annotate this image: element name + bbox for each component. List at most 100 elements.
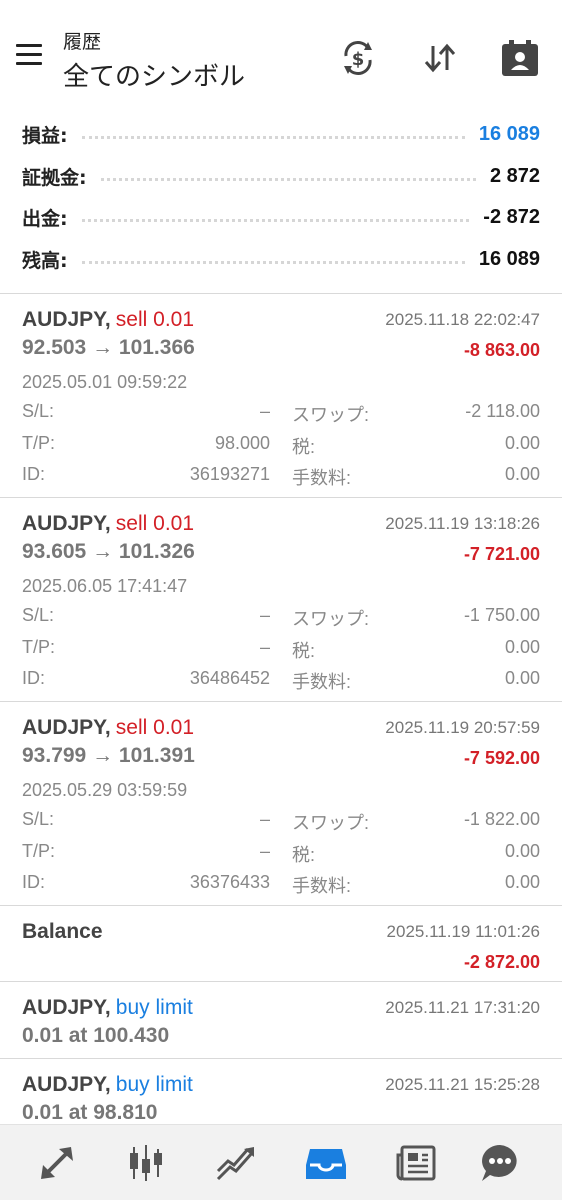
deal-item[interactable]: AUDJPY, sell 0.01 2025.11.19 13:18:26 93…: [0, 497, 562, 701]
tp-label: T/P:: [22, 432, 56, 453]
deal-prices-row: 93.799 → 101.391 -7 592.00: [22, 744, 540, 770]
tax-label: 税:: [292, 640, 316, 661]
summary-row-profit: 損益: 16 089: [0, 114, 562, 156]
summary-label: 損益:: [22, 125, 68, 148]
swap-value: -1 822.00: [463, 809, 540, 829]
tax-label: 税:: [292, 436, 316, 457]
chat-icon[interactable]: [478, 1141, 522, 1185]
summary-row-balance: 残高: 16 089: [0, 239, 562, 281]
deal-profit: -8 863.00: [463, 340, 540, 360]
detail-row: S/L: – スワップ: -1 822.00: [22, 809, 540, 841]
deal-profit: -7 592.00: [463, 748, 540, 768]
currency-exchange-icon[interactable]: $: [338, 38, 378, 78]
deal-details: S/L: – スワップ: -1 822.00 T/P: – 税: 0.00 ID…: [22, 809, 540, 904]
swap-label: スワップ:: [292, 405, 370, 425]
deal-open-time: 2025.05.01 09:59:22: [22, 372, 188, 392]
summary-row-margin: 証拠金: 2 872: [0, 156, 562, 198]
id-label: ID:: [22, 464, 46, 484]
detail-row: T/P: – 税: 0.00: [22, 637, 540, 669]
dotted-leader: [81, 219, 470, 223]
summary-label: 証拠金:: [22, 166, 87, 189]
summary-row-withdrawal: 出金: -2 872: [0, 197, 562, 239]
tp-label: T/P:: [22, 840, 56, 861]
history-list: AUDJPY, sell 0.01 2025.11.18 22:02:47 92…: [0, 293, 562, 1135]
order-header: AUDJPY, buy limit 2025.11.21 15:25:28: [22, 1073, 540, 1099]
tp-value: –: [259, 840, 270, 861]
news-icon[interactable]: [394, 1141, 438, 1185]
id-value: 36193271: [189, 464, 270, 484]
tax-value: 0.00: [504, 432, 540, 453]
order-symbol: AUDJPY,: [22, 996, 111, 1019]
deal-prices-row: 92.503 → 101.366 -8 863.00: [22, 336, 540, 362]
sort-icon[interactable]: [420, 38, 460, 78]
swap-label: スワップ:: [292, 609, 370, 629]
deal-symbol: AUDJPY,: [22, 512, 111, 535]
balance-amount-row: -2 872.00: [22, 948, 540, 974]
sl-label: S/L:: [22, 809, 55, 829]
history-icon[interactable]: [304, 1141, 348, 1185]
id-label: ID:: [22, 872, 46, 892]
deal-side: sell 0.01: [115, 512, 195, 535]
menu-icon[interactable]: [14, 38, 48, 72]
balance-time: 2025.11.19 11:01:26: [386, 922, 540, 941]
deal-symbol: AUDJPY,: [22, 716, 111, 739]
order-time: 2025.11.21 15:25:28: [385, 1075, 540, 1094]
swap-value: -2 118.00: [465, 401, 540, 421]
quotes-icon[interactable]: [35, 1141, 79, 1185]
tp-value: 98.000: [214, 432, 270, 453]
order-time: 2025.11.21 17:31:20: [385, 998, 540, 1017]
order-item[interactable]: AUDJPY, buy limit 2025.11.21 17:31:20 0.…: [0, 981, 562, 1058]
deal-header: AUDJPY, sell 0.01 2025.11.18 22:02:47: [22, 308, 540, 334]
fee-label: 手数料:: [292, 876, 352, 896]
deal-profit: -7 721.00: [463, 544, 540, 564]
deal-details: S/L: – スワップ: -1 750.00 T/P: – 税: 0.00 ID…: [22, 605, 540, 700]
deal-close-time: 2025.11.19 20:57:59: [385, 718, 540, 737]
fee-value: 0.00: [504, 668, 540, 688]
balance-label: Balance: [22, 920, 103, 943]
detail-row: ID: 36193271 手数料: 0.00: [22, 464, 540, 496]
deal-close-time: 2025.11.19 13:18:26: [385, 514, 540, 533]
top-app-bar: 履歴 全てのシンボル $: [0, 0, 562, 110]
detail-row: T/P: 98.000 税: 0.00: [22, 433, 540, 465]
sl-label: S/L:: [22, 605, 55, 625]
summary-value: 16 089: [478, 247, 540, 270]
dotted-leader: [81, 136, 465, 140]
balance-item[interactable]: Balance 2025.11.19 11:01:26 -2 872.00: [0, 905, 562, 981]
id-value: 36376433: [189, 872, 270, 892]
order-price: 0.01 at 98.810: [22, 1101, 158, 1124]
tax-value: 0.00: [504, 636, 540, 657]
page-title[interactable]: 全てのシンボル: [63, 56, 245, 93]
order-type: buy limit: [115, 1073, 193, 1096]
deal-open-time: 2025.05.29 03:59:59: [22, 780, 188, 800]
deal-item[interactable]: AUDJPY, sell 0.01 2025.11.18 22:02:47 92…: [0, 293, 562, 497]
detail-row: ID: 36486452 手数料: 0.00: [22, 668, 540, 700]
summary-value: 16 089: [478, 123, 540, 146]
balance-amount: -2 872.00: [463, 952, 540, 972]
tp-value: –: [259, 636, 270, 657]
detail-row: S/L: – スワップ: -1 750.00: [22, 605, 540, 637]
order-price: 0.01 at 100.430: [22, 1024, 170, 1047]
deal-open-time: 2025.06.05 17:41:47: [22, 576, 188, 596]
summary-label: 残高:: [22, 249, 68, 272]
fee-label: 手数料:: [292, 672, 352, 692]
sl-value: –: [259, 401, 270, 421]
deal-item[interactable]: AUDJPY, sell 0.01 2025.11.19 20:57:59 93…: [0, 701, 562, 905]
detail-row: T/P: – 税: 0.00: [22, 841, 540, 873]
deal-symbol: AUDJPY,: [22, 308, 111, 331]
sl-value: –: [259, 809, 270, 829]
balance-header: Balance 2025.11.19 11:01:26: [22, 920, 540, 946]
order-type: buy limit: [115, 996, 193, 1019]
calendar-person-icon[interactable]: [500, 38, 540, 78]
id-label: ID:: [22, 668, 46, 688]
sl-label: S/L:: [22, 401, 55, 421]
trade-icon[interactable]: [214, 1141, 258, 1185]
chart-icon[interactable]: [124, 1141, 168, 1185]
summary-value: 2 872: [489, 164, 540, 187]
tp-label: T/P:: [22, 636, 56, 657]
bottom-navigation: [0, 1124, 562, 1200]
deal-header: AUDJPY, sell 0.01 2025.11.19 13:18:26: [22, 512, 540, 538]
deal-header: AUDJPY, sell 0.01 2025.11.19 20:57:59: [22, 716, 540, 742]
page-subtitle: 履歴: [63, 31, 102, 53]
fee-value: 0.00: [504, 872, 540, 892]
order-header: AUDJPY, buy limit 2025.11.21 17:31:20: [22, 996, 540, 1022]
